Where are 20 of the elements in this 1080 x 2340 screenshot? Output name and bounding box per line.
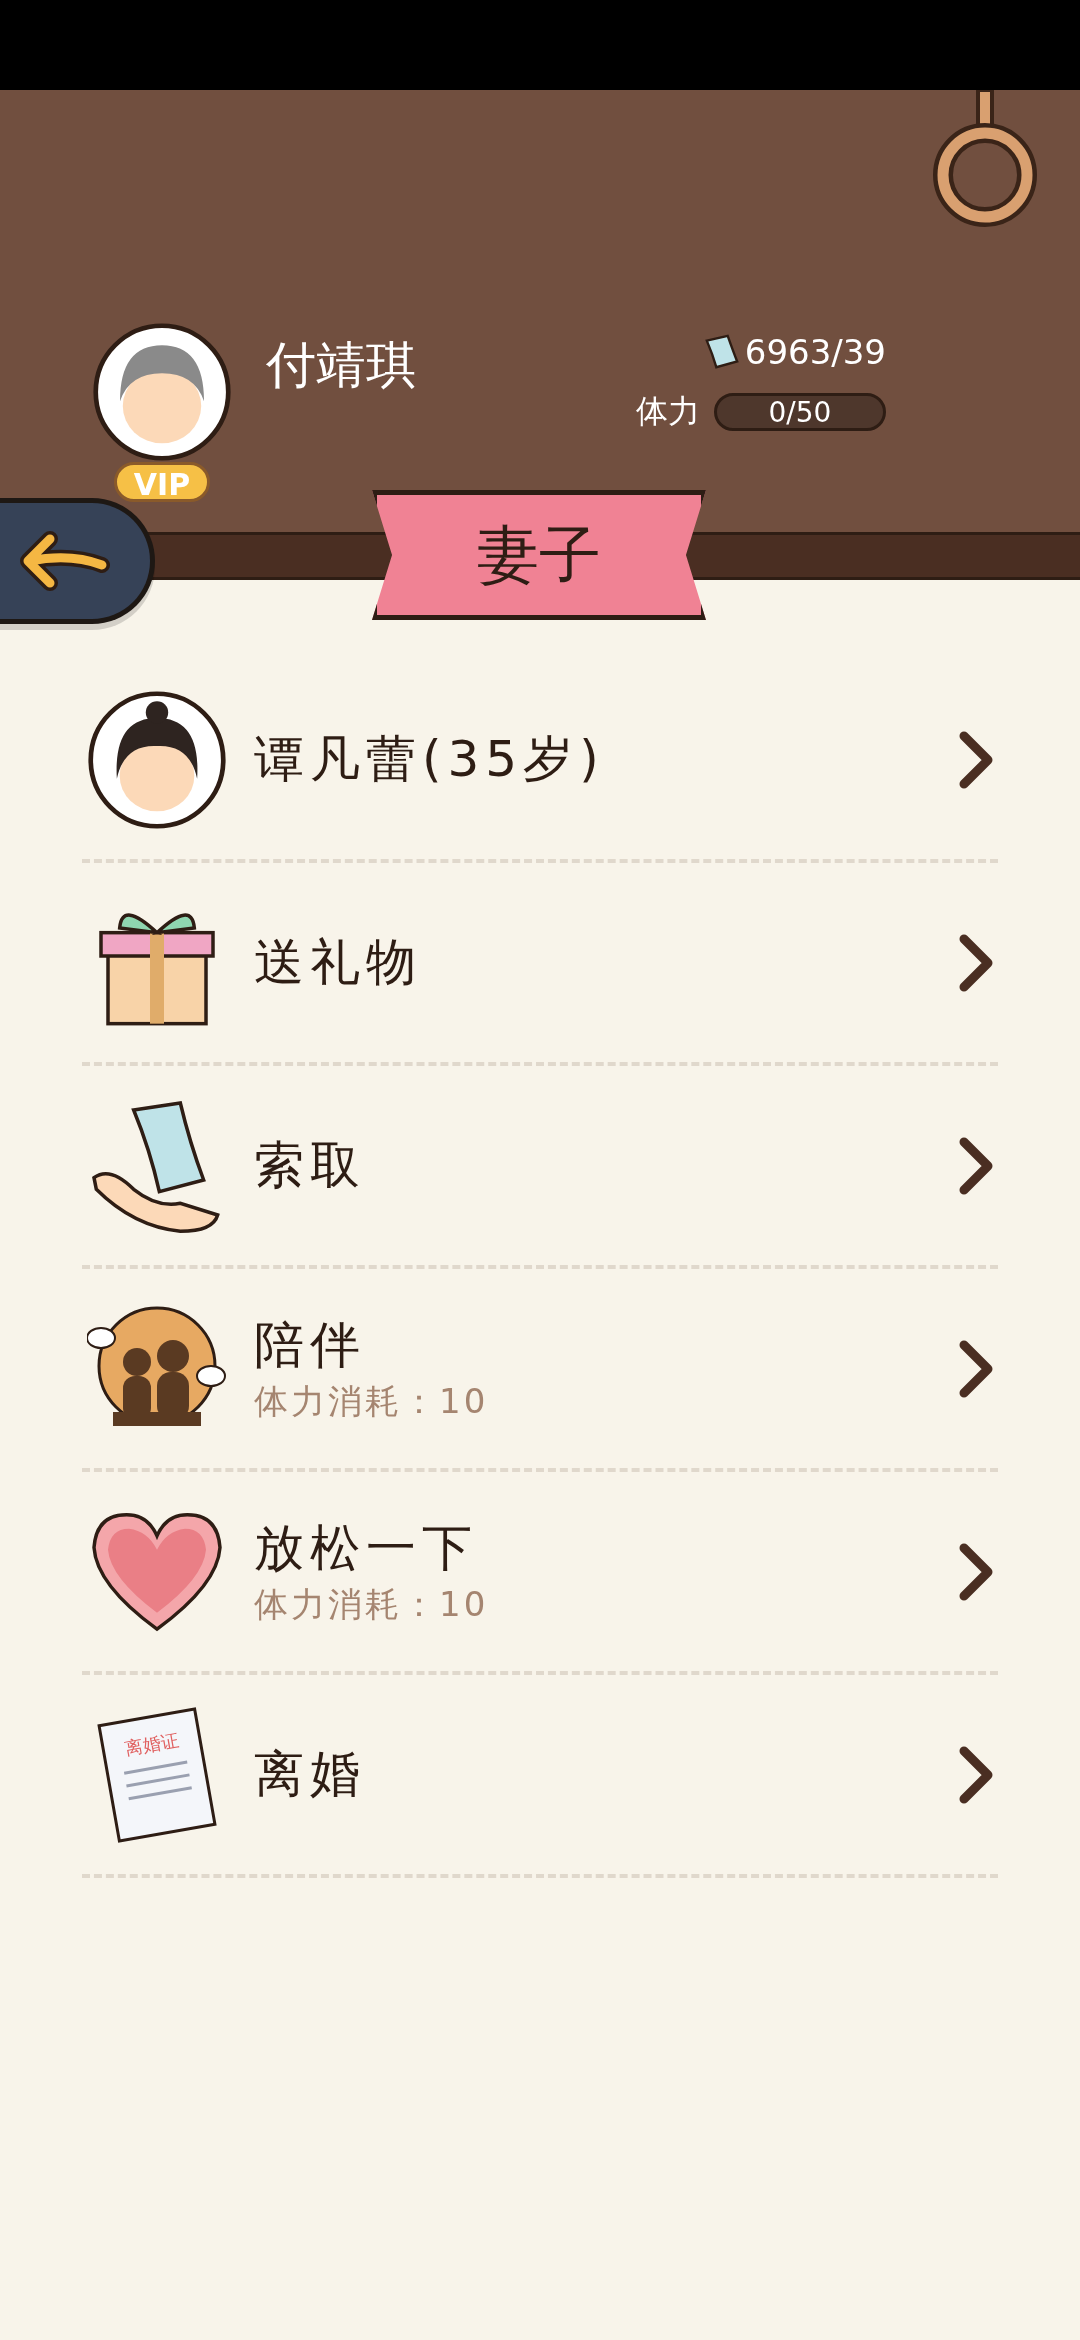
player-name: 付靖琪 xyxy=(266,335,417,396)
stamina-count: 0/50 xyxy=(768,396,832,428)
back-button[interactable] xyxy=(0,498,155,624)
money-count: 6963/39 xyxy=(744,332,886,372)
vip-badge: VIP xyxy=(114,462,210,502)
banknote-icon xyxy=(702,333,741,371)
stamina-label: 体力 xyxy=(636,391,700,432)
menu-item-label[interactable]: 离婚 xyxy=(254,1741,956,1808)
menu-item-label[interactable]: 谭凡蕾(35岁) xyxy=(254,726,956,793)
page-title: 妻子 xyxy=(477,517,601,593)
menu-item-label[interactable]: 索取 xyxy=(254,1132,956,1199)
menu-item-label[interactable]: 放松一下 xyxy=(254,1515,956,1582)
menu-item-label[interactable]: 送礼物 xyxy=(254,929,956,996)
player-avatar[interactable] xyxy=(92,322,232,462)
ring-icon xyxy=(930,90,1040,230)
back-arrow-icon xyxy=(20,531,110,591)
stamina-cost: 体力消耗：10 xyxy=(254,1380,490,1423)
menu-item-label[interactable]: 陪伴 xyxy=(254,1312,956,1379)
certificate-icon: 离婚证 xyxy=(97,1706,217,1843)
stamina-cost: 体力消耗：10 xyxy=(254,1583,490,1626)
